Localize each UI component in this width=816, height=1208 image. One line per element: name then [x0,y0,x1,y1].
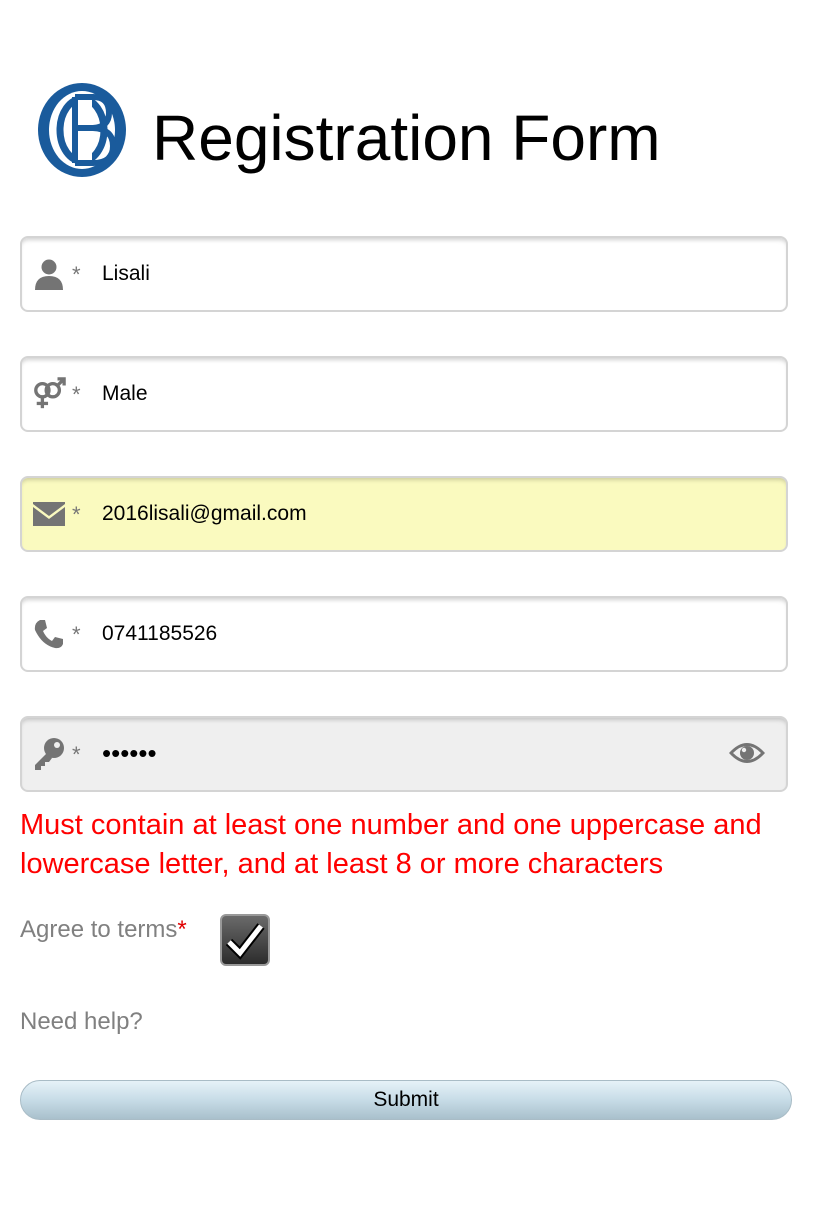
gender-field[interactable]: * Male [20,356,788,432]
terms-label: Agree to terms* [20,916,187,944]
checkmark-icon [225,923,265,960]
gender-icon [32,376,66,412]
key-icon [32,736,66,772]
user-icon [32,256,66,292]
terms-label-text: Agree to terms [20,916,178,943]
phone-icon [32,616,66,652]
submit-button[interactable]: Submit [20,1080,792,1120]
brand-logo [35,80,129,180]
required-asterisk: * [72,262,81,287]
email-field[interactable]: * 2016lisali@gmail.com [20,476,788,552]
phone-input[interactable]: 0741185526 [102,622,217,646]
required-asterisk: * [72,622,81,647]
terms-checkbox[interactable] [220,914,270,966]
email-input[interactable]: 2016lisali@gmail.com [102,502,307,526]
required-asterisk: * [72,382,81,407]
phone-field[interactable]: * 0741185526 [20,596,788,672]
eye-icon[interactable] [728,738,766,768]
page-title: Registration Form [152,102,661,174]
help-link[interactable]: Need help? [20,1008,143,1036]
password-error-message: Must contain at least one number and one… [20,809,762,880]
name-input[interactable]: Lisali [102,262,150,286]
envelope-icon [32,496,66,532]
password-field[interactable]: * •••••• [20,716,788,792]
required-asterisk: * [72,502,81,527]
required-asterisk: * [177,916,187,943]
password-input[interactable]: •••••• [102,738,157,769]
name-field[interactable]: * Lisali [20,236,788,312]
required-asterisk: * [72,742,81,767]
gender-select[interactable]: Male [102,382,148,406]
